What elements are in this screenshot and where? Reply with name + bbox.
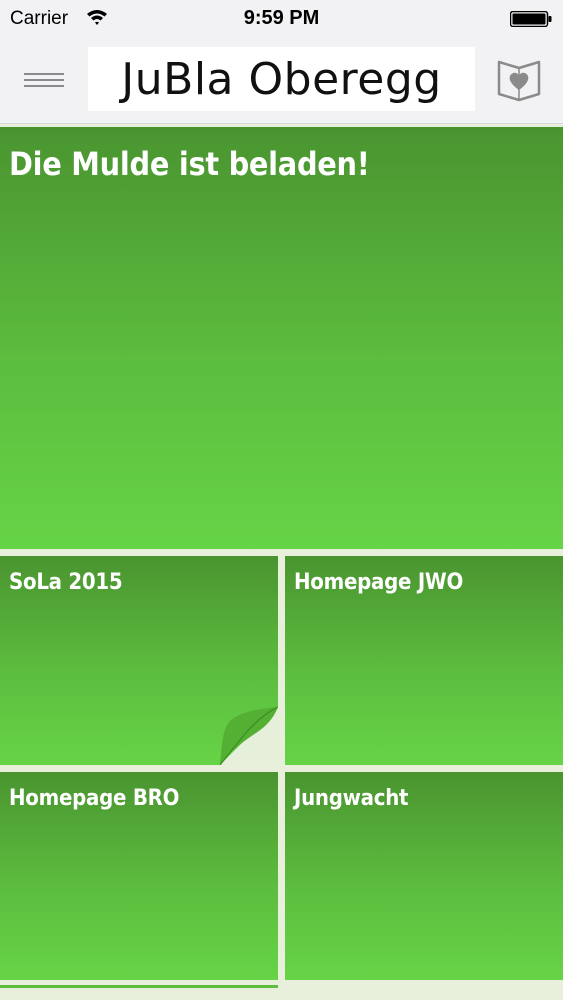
page-curl-icon: [219, 707, 278, 765]
tile-sola-2015[interactable]: SoLa 2015: [0, 556, 278, 765]
partial-tile-edge: [0, 985, 278, 988]
tile-title: Die Mulde ist beladen!: [9, 145, 370, 183]
hamburger-menu-icon-line: [24, 85, 64, 87]
news-tile-mulde[interactable]: Die Mulde ist beladen!: [0, 127, 563, 549]
tile-homepage-jwo[interactable]: Homepage JWO: [285, 556, 563, 765]
tile-homepage-bro[interactable]: Homepage BRO: [0, 772, 278, 980]
navigation-bar: JuBla Oberegg: [0, 38, 563, 124]
heart-book-icon[interactable]: [495, 56, 543, 102]
tile-title: SoLa 2015: [9, 570, 123, 595]
tile-jungwacht[interactable]: Jungwacht: [285, 772, 563, 980]
battery-icon: [510, 11, 552, 27]
app-title-box: JuBla Oberegg: [88, 47, 475, 111]
hamburger-menu-icon: [24, 73, 64, 75]
status-time: 9:59 PM: [243, 7, 320, 29]
hamburger-menu-icon-line: [24, 79, 64, 81]
status-bar: Carrier 9:59 PM: [0, 0, 563, 38]
tile-title: Homepage JWO: [294, 570, 464, 595]
app-title: JuBla Oberegg: [121, 53, 442, 105]
menu-button[interactable]: [14, 62, 74, 98]
tile-title: Homepage BRO: [9, 786, 180, 811]
tile-title: Jungwacht: [294, 786, 409, 811]
